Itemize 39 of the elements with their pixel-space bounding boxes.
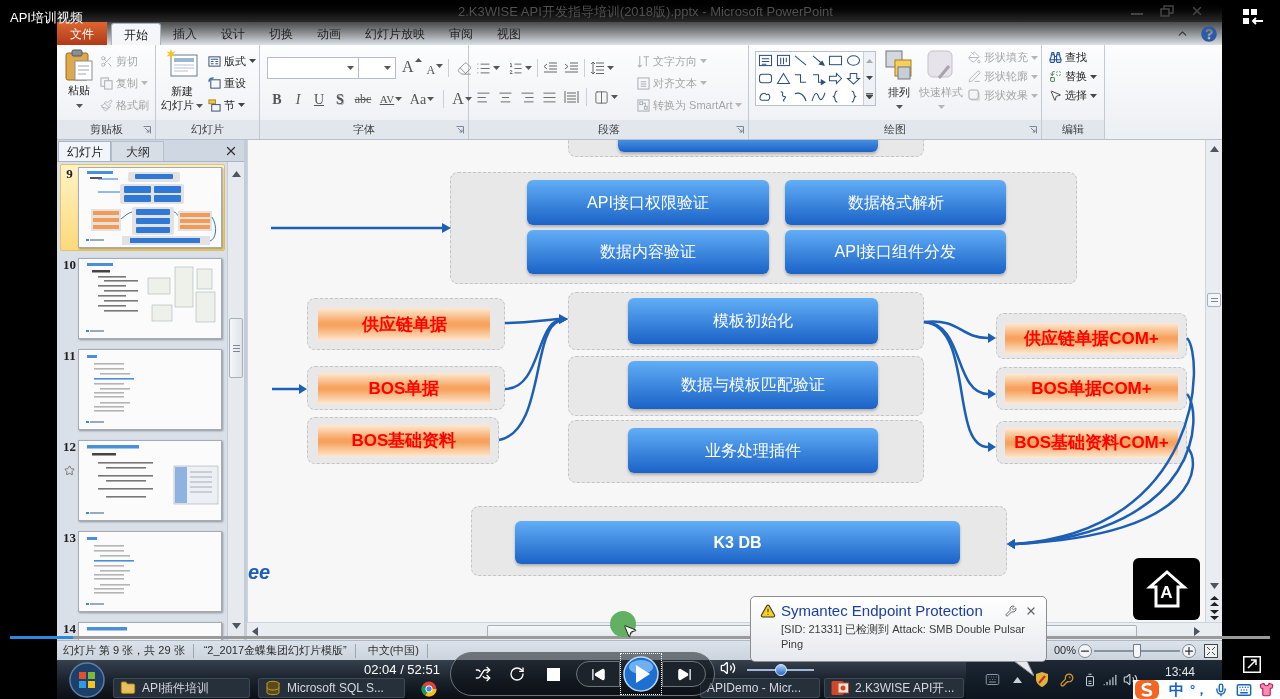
slide-position-text: 幻灯片 第 9 张，共 29 张 bbox=[63, 644, 185, 657]
process-node: 数据格式解析 bbox=[785, 180, 1006, 225]
slide-number: 10 bbox=[63, 259, 76, 271]
database-node: K3 DB bbox=[515, 521, 960, 564]
process-node: 数据与模板匹配验证 bbox=[628, 361, 878, 409]
clock-text: 13:44 bbox=[1165, 666, 1196, 679]
video-title: API培训视频 bbox=[10, 10, 83, 25]
notification-message: [SID: 21331] 已检测到 Attack: SMB Double Pulsar Ping bbox=[781, 622, 1026, 652]
group-label: 编辑 bbox=[1062, 123, 1084, 137]
source-node: BOS单据 bbox=[318, 373, 490, 404]
group-label: 段落 bbox=[597, 123, 620, 137]
source-node: 供应链单据 bbox=[318, 308, 490, 341]
input-mode-text: 中 bbox=[1169, 681, 1184, 698]
process-node: 模板初始化 bbox=[628, 298, 878, 344]
target-node: 供应链单据COM+ bbox=[1005, 323, 1178, 354]
group-label: 幻灯片 bbox=[191, 123, 224, 137]
language-text: 中文(中国) bbox=[367, 644, 419, 657]
process-node: 业务处理插件 bbox=[628, 428, 878, 473]
zoom-level-text: 00% bbox=[1053, 644, 1076, 657]
slide-number: 13 bbox=[63, 532, 76, 544]
slide-number: 9 bbox=[66, 168, 73, 180]
slide-number: 12 bbox=[63, 441, 76, 453]
theme-name-text: “2_2017金蝶集团幻灯片模版” bbox=[203, 644, 347, 657]
window-title: 2.K3WISE API开发指导培训(2018版).pptx - Microsoft PowerPoint bbox=[458, 3, 833, 19]
slide-number: 14 bbox=[63, 623, 76, 635]
slide-number: 11 bbox=[63, 350, 76, 362]
logo-text: ee bbox=[248, 561, 271, 583]
group-label: 剪贴板 bbox=[89, 123, 123, 137]
target-node: BOS基础资料COM+ bbox=[1005, 428, 1178, 458]
process-node: API接口权限验证 bbox=[527, 180, 769, 225]
playback-time: 02:04 / 52:51 bbox=[364, 663, 440, 677]
source-node: BOS基础资料 bbox=[318, 425, 490, 457]
process-node: 数据内容验证 bbox=[527, 230, 769, 274]
target-node: BOS单据COM+ bbox=[1005, 374, 1178, 404]
group-label: 绘图 bbox=[884, 123, 906, 137]
notification-title: Symantec Endpoint Protection bbox=[781, 602, 983, 620]
group-label: 字体 bbox=[353, 123, 375, 137]
punctuation-mode-text: °， bbox=[1190, 682, 1209, 697]
process-node: API接口组件分发 bbox=[785, 230, 1006, 274]
